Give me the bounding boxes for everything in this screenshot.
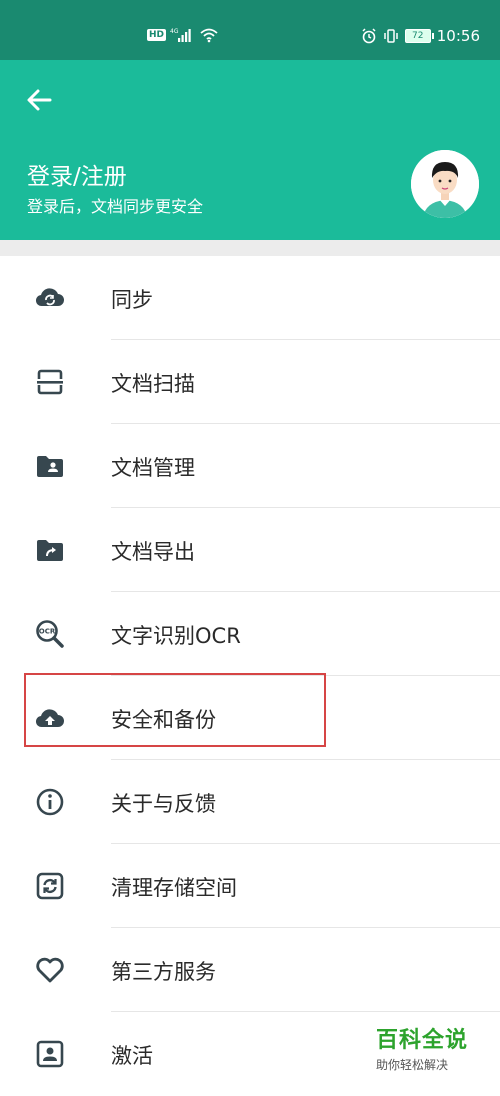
menu-item-security-backup[interactable]: 安全和备份 <box>0 676 500 760</box>
menu-item-about-feedback[interactable]: 关于与反馈 <box>0 760 500 844</box>
ocr-icon: OCR <box>36 620 64 648</box>
avatar[interactable] <box>411 150 479 218</box>
info-icon <box>36 788 64 816</box>
menu-list: 同步 文档扫描 文档管理 文档导出 OCR 文字识别OCR 安全和备份 关于与反… <box>0 256 500 1096</box>
watermark: 百科全说 助你轻松解决 <box>376 1022 468 1073</box>
menu-item-clean-storage[interactable]: 清理存储空间 <box>0 844 500 928</box>
cloud-sync-icon <box>35 288 64 307</box>
cloud-upload-icon <box>35 709 64 728</box>
hd-badge: HD <box>147 29 167 41</box>
menu-label: 文字识别OCR <box>111 624 241 648</box>
back-arrow-icon[interactable] <box>22 82 58 118</box>
alarm-icon <box>362 28 376 44</box>
user-avatar-icon <box>411 150 479 218</box>
status-bar: HD 4G 72 10:56 <box>0 0 500 60</box>
menu-label: 第三方服务 <box>111 960 216 984</box>
menu-label: 清理存储空间 <box>111 876 237 900</box>
clean-icon <box>36 872 64 900</box>
section-divider <box>0 240 500 256</box>
status-left: HD 4G <box>147 27 218 43</box>
login-subtitle: 登录后，文档同步更安全 <box>27 197 204 216</box>
menu-label: 关于与反馈 <box>111 792 216 816</box>
menu-label: 同步 <box>111 288 153 312</box>
vibrate-icon <box>384 29 398 43</box>
account-header: 登录/注册 登录后，文档同步更安全 <box>0 60 500 240</box>
heart-icon <box>36 957 64 983</box>
menu-label: 文档管理 <box>111 456 195 480</box>
wifi-icon <box>200 28 218 43</box>
menu-item-third-party[interactable]: 第三方服务 <box>0 928 500 1012</box>
folder-person-icon <box>37 456 63 477</box>
menu-item-sync[interactable]: 同步 <box>0 256 500 340</box>
account-box-icon <box>36 1040 64 1068</box>
login-register-link[interactable]: 登录/注册 <box>27 157 127 191</box>
status-right: 72 10:56 <box>361 27 480 45</box>
menu-item-ocr[interactable]: OCR 文字识别OCR <box>0 592 500 676</box>
battery-indicator: 72 <box>404 29 434 43</box>
svg-text:OCR: OCR <box>39 628 56 636</box>
menu-label: 激活 <box>111 1044 153 1068</box>
menu-item-doc-manage[interactable]: 文档管理 <box>0 424 500 508</box>
folder-export-icon <box>37 540 63 561</box>
clock: 10:56 <box>436 27 480 45</box>
scan-icon <box>37 369 63 395</box>
signal-icon: 4G <box>170 28 191 42</box>
menu-label: 文档扫描 <box>111 372 195 396</box>
watermark-subtitle: 助你轻松解决 <box>376 1058 449 1072</box>
watermark-title: 百科全说 <box>376 1028 469 1053</box>
menu-label: 安全和备份 <box>111 708 216 732</box>
menu-item-scan[interactable]: 文档扫描 <box>0 340 500 424</box>
menu-item-doc-export[interactable]: 文档导出 <box>0 508 500 592</box>
network-label: 4G <box>170 28 179 35</box>
menu-label: 文档导出 <box>111 540 195 564</box>
